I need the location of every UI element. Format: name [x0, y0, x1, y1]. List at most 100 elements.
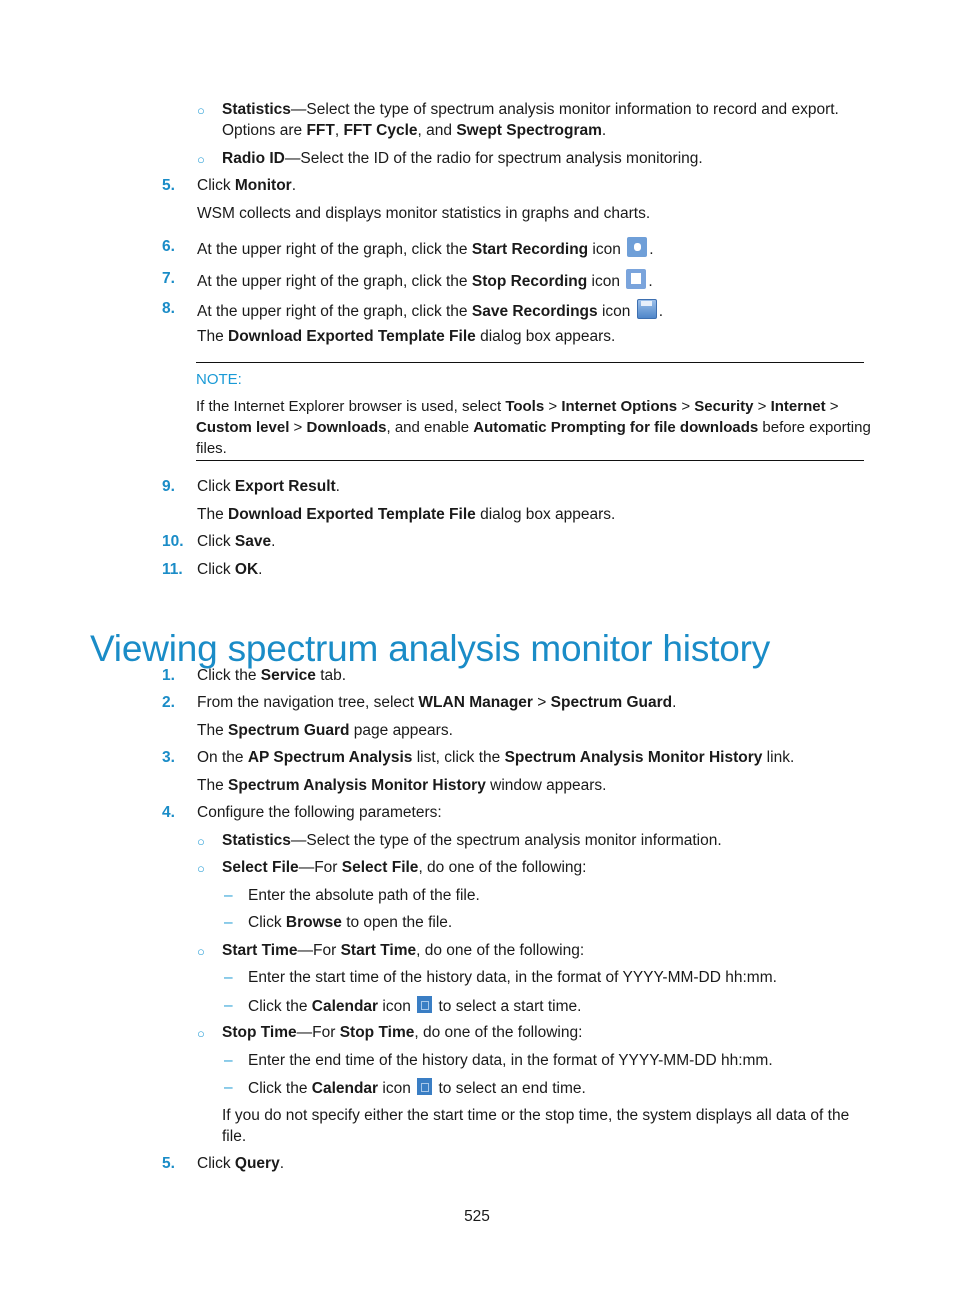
- term: Select File: [341, 859, 419, 876]
- text: Click the: [248, 1080, 312, 1097]
- text: Click the: [248, 998, 312, 1015]
- step-number: 5.: [162, 177, 175, 194]
- sub-item: Enter the start time of the history data…: [248, 969, 777, 986]
- step-subtext: WSM collects and displays monitor statis…: [197, 205, 651, 222]
- text: .: [335, 478, 340, 495]
- text: From the navigation tree, select: [197, 694, 419, 711]
- text: On the: [197, 749, 248, 766]
- desc: —Select the ID of the radio for spectrum…: [284, 150, 703, 167]
- ui-term: Internet: [770, 398, 826, 415]
- text: page appears.: [349, 722, 453, 739]
- step-subtext: The Download Exported Template File dial…: [197, 505, 615, 525]
- bullet-dash: –: [224, 969, 233, 986]
- text: to select an end time.: [434, 1080, 586, 1097]
- text: icon: [378, 1080, 411, 1097]
- param-statistics: Statistics—Select the type of the spectr…: [222, 831, 722, 851]
- text: The: [197, 506, 229, 523]
- step-number: 1.: [162, 667, 175, 684]
- bullet-dash: –: [224, 997, 233, 1014]
- bullet-circle: ○: [197, 944, 205, 959]
- statistics-option-text: Statistics—Select the type of spectrum a…: [222, 100, 839, 120]
- text: window appears.: [485, 777, 607, 794]
- step-text: At the upper right of the graph, click t…: [197, 299, 663, 322]
- text: —For: [296, 1024, 340, 1041]
- sub-item: Click Browse to open the file.: [248, 913, 452, 933]
- stop-recording-icon: [626, 269, 647, 289]
- step-text: Click the Service tab.: [197, 666, 346, 686]
- text: , and enable: [386, 419, 474, 436]
- text: >: [289, 419, 307, 436]
- param-select-file: Select File—For Select File, do one of t…: [222, 858, 586, 878]
- text: , do one of the following:: [416, 942, 585, 959]
- ui-term: Service: [260, 667, 316, 684]
- ui-term: Monitor: [234, 177, 292, 194]
- ui-term: Download Exported Template File: [228, 506, 476, 523]
- option-fft-cycle: FFT Cycle: [343, 122, 418, 139]
- text: Click: [248, 914, 286, 931]
- sub-item: Enter the absolute path of the file.: [248, 887, 480, 904]
- bullet-circle: ○: [197, 861, 205, 876]
- text: At the upper right of the graph, click t…: [197, 303, 472, 320]
- step-text: Configure the following parameters:: [197, 804, 442, 821]
- text: Click: [197, 1155, 235, 1172]
- ui-term: Calendar: [311, 998, 379, 1015]
- step-text: At the upper right of the graph, click t…: [197, 237, 654, 260]
- step-subtext: The Spectrum Analysis Monitor History wi…: [197, 776, 606, 796]
- ui-term: Calendar: [311, 1080, 379, 1097]
- option-swept-spectrogram: Swept Spectrogram: [456, 122, 602, 139]
- text: Click: [197, 533, 235, 550]
- bullet-dash: –: [224, 887, 233, 904]
- text: .: [258, 561, 263, 578]
- text: icon: [378, 998, 411, 1015]
- term: Stop Time: [339, 1024, 415, 1041]
- term: Select File: [222, 859, 299, 876]
- term: Radio ID: [222, 150, 285, 167]
- step-number: 3.: [162, 749, 175, 766]
- radio-id-option-text: Radio ID—Select the ID of the radio for …: [222, 149, 703, 169]
- text: —For: [297, 942, 341, 959]
- page-number: 525: [464, 1208, 490, 1225]
- text: before exporting: [758, 419, 871, 436]
- calendar-icon: [417, 996, 433, 1013]
- section-title: Viewing spectrum analysis monitor histor…: [90, 627, 771, 669]
- ui-term: OK: [234, 561, 259, 578]
- ui-term: Stop Recording: [471, 273, 588, 290]
- text: The: [197, 328, 229, 345]
- text: , and: [417, 122, 457, 139]
- text: .: [648, 273, 653, 290]
- term: Statistics: [222, 101, 291, 118]
- note-label: NOTE:: [196, 371, 242, 388]
- note-line: If the Internet Explorer browser is used…: [196, 397, 839, 417]
- text: dialog box appears.: [475, 506, 616, 523]
- step-text: At the upper right of the graph, click t…: [197, 269, 653, 292]
- text: >: [825, 398, 839, 415]
- ui-term: Query: [234, 1155, 280, 1172]
- term: Start Time: [340, 942, 417, 959]
- step-number: 4.: [162, 804, 175, 821]
- text: Click: [197, 561, 235, 578]
- step-number: 5.: [162, 1155, 175, 1172]
- ui-term: Automatic Prompting for file downloads: [473, 419, 759, 436]
- note-bottom-rule: [196, 460, 864, 461]
- sub-item: Click the Calendar icon to select an end…: [248, 1078, 586, 1099]
- text: icon: [597, 303, 631, 320]
- text: to select a start time.: [434, 998, 582, 1015]
- param-stop-time: Stop Time—For Stop Time, do one of the f…: [222, 1023, 582, 1043]
- ui-term: Internet Options: [561, 398, 678, 415]
- calendar-icon: [417, 1078, 433, 1095]
- step-number: 11.: [162, 561, 183, 578]
- step-text: Click OK.: [197, 560, 262, 580]
- bullet-circle: ○: [197, 103, 205, 118]
- param-start-time: Start Time—For Start Time, do one of the…: [222, 941, 584, 961]
- desc: —Select the type of spectrum analysis mo…: [290, 101, 839, 118]
- text: .: [279, 1155, 285, 1172]
- desc: —Select the type of the spectrum analysi…: [290, 832, 722, 849]
- sub-item: Enter the end time of the history data, …: [248, 1052, 773, 1069]
- ui-term: Spectrum Analysis Monitor History: [228, 777, 486, 794]
- ui-term: Save: [234, 533, 272, 550]
- text: icon: [588, 241, 621, 258]
- text: , do one of the following:: [418, 859, 587, 876]
- bullet-dash: –: [224, 1079, 233, 1096]
- bullet-dash: –: [224, 914, 233, 931]
- note-line: Custom level > Downloads, and enable Aut…: [196, 418, 871, 438]
